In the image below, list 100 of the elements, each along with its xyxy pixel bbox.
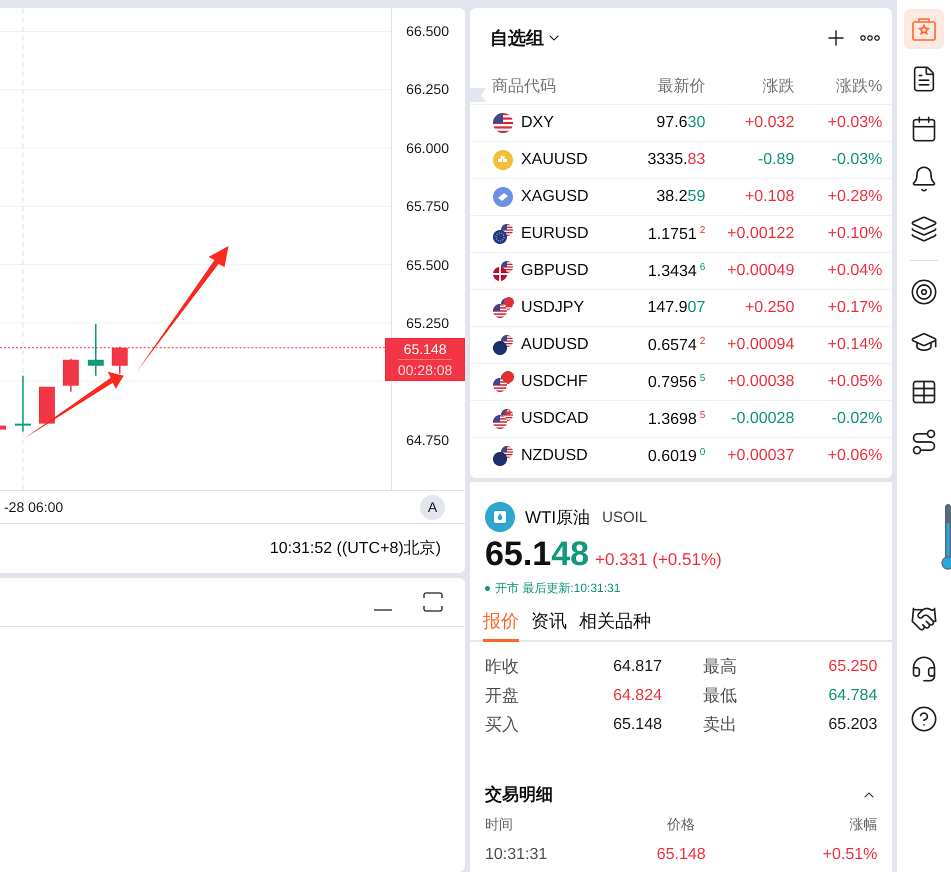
stat-label: 卖出	[703, 714, 737, 736]
watchlist-row[interactable]: USDCHF 0.7956 $^{5}$ +0.00038 +0.05%	[470, 363, 892, 400]
change-text: +0.00122	[726, 225, 794, 243]
change-text: +0.00038	[726, 373, 794, 391]
symbol-text: XAUUSD	[521, 151, 588, 169]
price-text: 1.3698 $^{5}$	[646, 410, 706, 428]
symbol-text: USDJPY	[521, 299, 584, 317]
maximize-icon	[422, 591, 444, 613]
thermometer-icon	[941, 503, 951, 571]
watchlist-row[interactable]: XAGUSD 38.259 +0.108 +0.28%	[470, 178, 892, 215]
watchlist-row[interactable]: NZDUSD 0.6019 $^{0}$ +0.00037 +0.06%	[470, 437, 892, 474]
change-percent-text: +0.14%	[826, 336, 882, 354]
price-tick: 65.250	[406, 314, 449, 332]
symbol-text: AUDUSD	[521, 336, 589, 354]
more-button[interactable]	[860, 35, 880, 41]
change-percent-text: +0.17%	[826, 299, 882, 317]
price-text: 38.259	[655, 188, 706, 206]
symbol-text: NZDUSD	[521, 447, 588, 465]
change-text: +0.00037	[726, 447, 794, 465]
candle	[62, 358, 79, 392]
candle	[112, 346, 128, 374]
change-text: -0.00028	[730, 410, 794, 428]
trade-price: 65.148	[656, 846, 707, 864]
column-header: 商品代码	[492, 76, 557, 96]
route-icon	[910, 428, 938, 456]
price-tick: 65.750	[406, 197, 449, 216]
price-tick: 66.500	[406, 22, 449, 40]
table-icon	[910, 378, 938, 406]
change-percent-text: -0.02%	[830, 410, 882, 428]
last-price: 65.148	[485, 535, 590, 574]
price-text: 0.7956 $^{5}$	[646, 372, 706, 392]
price-text: 1.1751 $^{2}$	[646, 224, 706, 244]
stat-label: 开盘	[485, 685, 520, 707]
section-title: 交易明细	[485, 784, 553, 806]
instrument-name: WTI原油	[525, 506, 590, 528]
watchlist-row[interactable]: AUDUSD 0.6574 $^{2}$ +0.00094 +0.14%	[470, 326, 892, 363]
calendar-icon	[910, 115, 938, 143]
stat-value: 64.817	[613, 658, 662, 676]
current-price-label: 65.148 00:28:08	[385, 338, 465, 381]
maximize-button[interactable]	[422, 591, 444, 613]
symbol-text: EURUSD	[521, 225, 589, 243]
stat-value: 64.784	[828, 686, 878, 704]
change-text: +0.108	[744, 188, 794, 206]
instrument-symbol: USOIL	[602, 508, 648, 526]
column-header: 涨跌	[761, 76, 794, 96]
tab[interactable]: 相关品种	[579, 609, 651, 642]
tab[interactable]: 资讯	[531, 609, 567, 642]
column-header: 价格	[666, 816, 696, 834]
price-tick: 65.500	[406, 256, 449, 274]
stat-label: 买入	[485, 714, 520, 736]
symbol-text: USDCAD	[521, 410, 589, 428]
change-percent-text: -0.03%	[830, 151, 882, 169]
panel-handle[interactable]	[470, 88, 486, 102]
change-percent-text: +0.04%	[826, 262, 882, 280]
price-tick: 66.000	[406, 138, 449, 157]
change-percent-text: +0.05%	[826, 373, 882, 391]
column-header: 时间	[485, 816, 514, 834]
layers-icon	[910, 215, 938, 243]
watchlist-row[interactable]: GBPUSD 1.3434 $^{6}$ +0.00049 +0.04%	[470, 252, 892, 289]
stat-label: 最高	[703, 656, 737, 678]
price-text: 147.907	[646, 299, 706, 317]
price-text: 1.3434 $^{6}$	[646, 262, 706, 280]
time-axis-label: -28 06:00	[4, 499, 64, 515]
change-text: +0.00049	[726, 262, 794, 280]
headset-icon	[910, 655, 938, 683]
change-text: +0.00094	[726, 336, 794, 354]
watchlist-dropdown[interactable]: 自选组	[490, 26, 562, 50]
watchlist-row[interactable]: USDJPY 147.907 +0.250 +0.17%	[470, 289, 892, 326]
bell-icon	[910, 165, 938, 193]
help-icon	[910, 705, 938, 733]
price-tick: 64.750	[406, 430, 449, 449]
symbol-text: GBPUSD	[521, 262, 589, 280]
price-text: 0.6019 $^{0}$	[646, 446, 706, 466]
minimize-icon	[374, 609, 392, 611]
candle	[38, 386, 55, 424]
candle	[14, 376, 31, 432]
change-percent-text: +0.06%	[826, 447, 882, 465]
symbol-text: USDCHF	[521, 373, 588, 391]
change-text: +0.032	[744, 114, 794, 132]
column-header: 涨幅	[848, 816, 878, 834]
market-status: 开市 最后更新:10:31:31	[495, 580, 620, 597]
watchlist-row[interactable]: XAUUSD 3335.83 -0.89 -0.03%	[470, 141, 892, 178]
stat-label: 昨收	[485, 656, 520, 678]
watchlist-row[interactable]: DXY 97.630 +0.032 +0.03%	[470, 104, 892, 141]
trade-change: +0.51%	[822, 846, 878, 864]
column-header: 最新价	[656, 76, 706, 96]
candle	[0, 426, 6, 430]
drop-icon	[485, 502, 515, 532]
price-tick: 66.250	[406, 80, 449, 98]
change-percent-text: +0.03%	[826, 114, 882, 132]
price-text: 97.630	[655, 114, 706, 132]
auto-scale-button[interactable]: A	[420, 494, 445, 520]
price-text: 0.6574 $^{2}$	[646, 336, 706, 354]
symbol-text: DXY	[521, 114, 554, 132]
target-icon	[910, 278, 938, 306]
clock-text: 10:31:52 ((UTC+8)北京)	[270, 538, 441, 559]
change-text: +0.250	[744, 299, 794, 317]
price-change: +0.331 (+0.51%)	[595, 550, 722, 570]
watchlist-row[interactable]: USDCAD 1.3698 $^{5}$ -0.00028 -0.02%	[470, 400, 892, 437]
watchlist-row[interactable]: EURUSD 1.1751 $^{2}$ +0.00122 +0.10%	[470, 215, 892, 252]
